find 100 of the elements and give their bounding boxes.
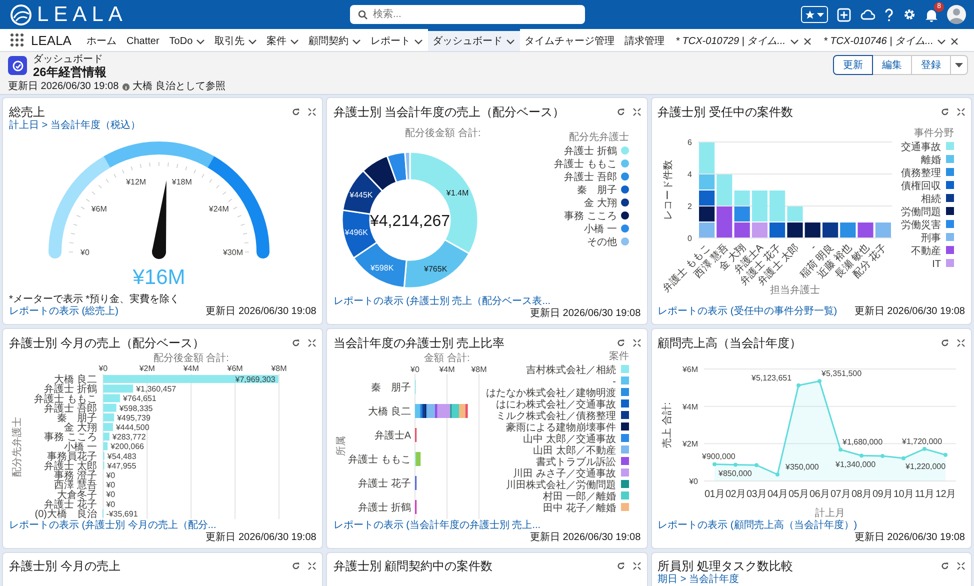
slice-label: ¥496K bbox=[345, 228, 368, 238]
axis-category-label: 金 大翔 bbox=[64, 422, 97, 434]
slice-label: ¥765K bbox=[424, 264, 448, 274]
value-label: ¥444,500 bbox=[116, 423, 150, 432]
axis-tick-label: ¥6M bbox=[227, 364, 243, 373]
viewing-as-text: 大橋 良治として参照 bbox=[132, 80, 226, 93]
legend-title: 事件分野 bbox=[914, 128, 954, 139]
legend-label: 不動産 bbox=[910, 246, 941, 257]
updated-date: 更新日 2026/06/30 19:08 bbox=[530, 532, 641, 544]
value-label: ¥0 bbox=[106, 471, 116, 480]
value-label: ¥1,720,000 bbox=[902, 436, 942, 446]
legend-label: 山中 太郎／交通事故 bbox=[524, 434, 616, 445]
axis-category-label: 02月 bbox=[725, 489, 746, 500]
axis-category-label: 10月 bbox=[893, 489, 914, 500]
value-label: ¥598,335 bbox=[119, 404, 153, 413]
card-subtitle: 期日 > 当会計年度 bbox=[658, 574, 740, 586]
axis-category-label: 弁護士 吾郎 bbox=[44, 403, 97, 414]
legend-label: 豪雨による建物崩壊事件 bbox=[506, 422, 616, 434]
legend-label: 刑事 bbox=[920, 233, 941, 244]
legend-label: 金 大翔 bbox=[584, 198, 618, 209]
axis-tick-label: ¥0 bbox=[98, 364, 108, 373]
axis-category-label: 弁護士 太郎 bbox=[44, 461, 97, 472]
axis-category-label: 09月 bbox=[872, 489, 892, 500]
axis-tick-label: ¥2M bbox=[682, 440, 698, 449]
legend-label: はたなか株式会社／建物明渡 bbox=[486, 388, 616, 399]
axis-tick-label: ¥6M bbox=[682, 365, 698, 374]
value-label: ¥1,680,000 bbox=[842, 438, 882, 447]
axis-tick-label: ¥0 bbox=[688, 477, 698, 486]
card-title: 弁護士別 今月の売上 bbox=[9, 558, 120, 574]
slice-label: ¥1.4M bbox=[446, 188, 469, 198]
axis-category-label: - bbox=[808, 242, 818, 252]
axis-tick-label: ¥4M bbox=[440, 365, 456, 374]
axis-category-label: 大倉冬子 bbox=[57, 490, 97, 501]
logo-text: LEALA bbox=[37, 2, 128, 26]
axis-tick-label: 0 bbox=[687, 234, 692, 243]
axis-tick-label: ¥8M bbox=[271, 364, 287, 373]
axis-category-label: 04月 bbox=[767, 489, 788, 500]
value-label: ¥900,000 bbox=[702, 452, 736, 462]
legend-label: 山田 太郎／不動産 bbox=[534, 446, 616, 456]
axis-category-label: 07月 bbox=[830, 489, 850, 500]
card-title: 弁護士別 顧問契約中の案件数 bbox=[333, 558, 493, 574]
gauge-tick-label: ¥6M bbox=[91, 204, 107, 214]
legend-label: 債務整理 bbox=[900, 168, 941, 179]
gauge-tick-label: ¥12M bbox=[126, 178, 146, 187]
gauge-tick-label: ¥30M bbox=[223, 248, 243, 257]
axis-category-label: 08月 bbox=[851, 489, 872, 500]
axis-category-label: 弁護士 折鶴 bbox=[358, 502, 412, 514]
axis-category-label: 03月 bbox=[746, 489, 766, 500]
axis-category-label: 秦 朋子 bbox=[371, 382, 412, 394]
updated-date: 更新日 2026/06/30 19:08 bbox=[854, 532, 965, 544]
object-label: ダッシュボード bbox=[33, 54, 104, 65]
value-label: ¥54,483 bbox=[107, 452, 136, 461]
legend-label: はにわ株式会社／交通事故 bbox=[496, 400, 616, 410]
legend-label: 吉村株式会社／相続 bbox=[526, 365, 616, 376]
chart-title: 配分後金額 合計: bbox=[406, 128, 482, 139]
value-label: ¥1,220,000 bbox=[905, 462, 946, 472]
card-title: 弁護士別 受任中の案件数 bbox=[658, 104, 793, 120]
card-title: 顧問売上高（当会計年度） bbox=[658, 335, 802, 351]
legend-label: その他 bbox=[587, 237, 618, 248]
axis-category-label: 弁護士 ももこ bbox=[348, 454, 412, 466]
updated-date: 更新日 2026/06/30 19:08 bbox=[206, 306, 316, 318]
axis-category-label: 事務 こころ bbox=[44, 432, 97, 444]
axis-tick-label: ¥4M bbox=[682, 402, 698, 412]
card-subtitle: 計上日 > 当会計年度（税込） bbox=[9, 120, 142, 132]
value-label: ¥5,123,651 bbox=[751, 373, 792, 382]
value-label: ¥495,739 bbox=[117, 413, 150, 422]
axis-category-label: 05月 bbox=[788, 489, 808, 500]
axis-tick-label: ¥4M bbox=[183, 364, 199, 373]
axis-category-label: (0)大橋 良治 bbox=[34, 509, 97, 520]
legend-label: IT bbox=[932, 259, 941, 270]
card-title: 当会計年度の弁護士別 売上比率 bbox=[333, 335, 505, 351]
axis-tick-label: 4 bbox=[687, 170, 692, 179]
card-title: 弁護士別 今月の売上（配分ベース） bbox=[9, 335, 204, 351]
card-title: 所員別 処理タスク数比較 bbox=[658, 558, 793, 574]
legend-label: 交通事故 bbox=[900, 142, 941, 153]
updated-date: 更新日 2026/06/30 19:08 bbox=[8, 80, 119, 93]
value-label: ¥1,360,457 bbox=[136, 384, 176, 394]
axis-category-label: 弁護士A bbox=[374, 430, 412, 442]
axis-category-label: 12月 bbox=[935, 489, 956, 500]
value-label: ¥5,351,500 bbox=[821, 369, 862, 378]
legend-label: 事務 こころ bbox=[564, 211, 618, 222]
axis-tick-label: 6 bbox=[687, 138, 692, 147]
axis-title: 金額 合計: bbox=[424, 353, 470, 364]
axis-title: 計上月 bbox=[814, 508, 845, 519]
value-label: ¥350,000 bbox=[785, 462, 819, 472]
value-label: ¥850,000 bbox=[718, 469, 752, 478]
value-label: ¥0 bbox=[106, 480, 116, 490]
axis-category-label: 01月 bbox=[704, 489, 724, 500]
updated-date: 更新日 2026/06/30 19:08 bbox=[854, 306, 965, 318]
legend-label: 弁護士 ももこ bbox=[554, 159, 618, 170]
axis-tick-label: ¥8M bbox=[472, 365, 488, 374]
value-label: ¥0 bbox=[106, 490, 116, 500]
legend-label: 田中 花子／離婚 bbox=[544, 503, 616, 514]
updated-date: 更新日 2026/06/30 19:08 bbox=[530, 308, 641, 320]
legend-label: 離婚 bbox=[920, 155, 941, 166]
gauge-tick-label: ¥18M bbox=[172, 178, 192, 187]
axis-category-label: 弁護士 花子 bbox=[44, 499, 97, 510]
legend-label: 川田 みさ子／交通事故 bbox=[514, 468, 616, 480]
legend-label: ミルク株式会社／債務整理 bbox=[496, 411, 616, 422]
axis-category-label: 西澤 慧吾 bbox=[54, 480, 97, 492]
